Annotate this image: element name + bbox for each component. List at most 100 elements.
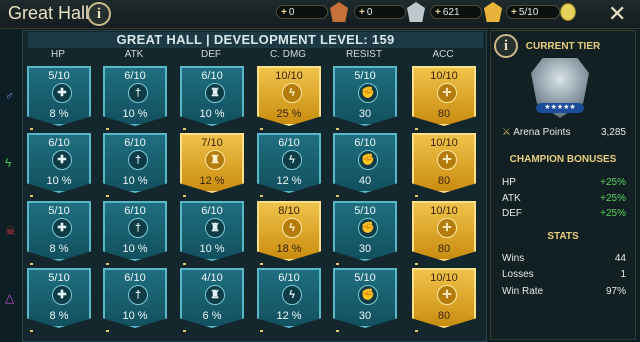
- coin-resource-counter[interactable]: +5/10: [506, 5, 560, 19]
- acc-stat-icon: ✛: [437, 83, 457, 103]
- shield-level: 5/10: [48, 272, 70, 284]
- shield-bonus-value: 30: [358, 243, 372, 255]
- shield-level: 7/10: [201, 137, 223, 149]
- progress-tick: [415, 263, 418, 265]
- close-icon[interactable]: ✕: [608, 1, 626, 27]
- shield-bonus-value: 10 %: [199, 243, 225, 255]
- progress-tick: [183, 128, 186, 130]
- shield-bonus-value: 8 %: [49, 108, 69, 120]
- shield-bonus-value: 10 %: [122, 310, 148, 322]
- progress-tick: [336, 128, 339, 130]
- shield-bonus-value: 12 %: [276, 175, 302, 187]
- acc-stat-icon: ✛: [437, 218, 457, 238]
- progress-tick: [260, 263, 263, 265]
- resist-stat-icon: ✊: [358, 150, 378, 170]
- atk-stat-icon: †: [128, 285, 148, 305]
- bonus-shield-c-dmg[interactable]: 6/10 ϟ 12 %: [257, 268, 321, 328]
- crossed-swords-icon: ⚔: [502, 127, 511, 138]
- bonus-shield-resist[interactable]: 5/10 ✊ 30: [333, 268, 397, 328]
- shield-bonus-value: 80: [437, 175, 451, 187]
- development-level-banner: GREAT HALL | DEVELOPMENT LEVEL: 159: [28, 32, 483, 48]
- shield-bonus-value: 10 %: [122, 243, 148, 255]
- hp-stat-icon: ✚: [52, 285, 72, 305]
- progress-tick: [336, 195, 339, 197]
- progress-tick: [30, 195, 33, 197]
- bonus-shield-def[interactable]: 4/10 ♜ 6 %: [180, 268, 244, 328]
- bonus-shield-acc[interactable]: 10/10 ✛ 80: [412, 201, 476, 261]
- arena-points-value: 3,285: [600, 127, 626, 138]
- shield-bonus-value: 8 %: [49, 243, 69, 255]
- acc-stat-icon: ✛: [437, 150, 457, 170]
- shield-bonus-value: 10 %: [122, 175, 148, 187]
- hp-stat-icon: ✚: [52, 83, 72, 103]
- resist-stat-icon: ✊: [358, 285, 378, 305]
- shield-level: 6/10: [201, 70, 223, 82]
- bonus-shield-acc[interactable]: 10/10 ✛ 80: [412, 268, 476, 328]
- progress-tick: [106, 263, 109, 265]
- champion-bonuses-heading: CHAMPION BONUSES: [509, 154, 617, 165]
- def-stat-icon: ♜: [205, 83, 225, 103]
- shield-bonus-value: 10 %: [122, 108, 148, 120]
- shield-level: 6/10: [278, 272, 300, 284]
- bonus-shield-resist[interactable]: 5/10 ✊ 30: [333, 66, 397, 126]
- bonus-shield-def[interactable]: 7/10 ♜ 12 %: [180, 133, 244, 193]
- bonus-shield-c-dmg[interactable]: 10/10 ϟ 25 %: [257, 66, 321, 126]
- c-dmg-stat-icon: ϟ: [282, 150, 302, 170]
- bonus-shield-def[interactable]: 6/10 ♜ 10 %: [180, 201, 244, 261]
- bonus-shield-hp[interactable]: 6/10 ✚ 10 %: [27, 133, 91, 193]
- progress-tick: [106, 128, 109, 130]
- hp-stat-icon: ✚: [52, 218, 72, 238]
- progress-tick: [260, 128, 263, 130]
- shield-bonus-value: 10 %: [46, 175, 72, 187]
- atk-stat-icon: †: [128, 150, 148, 170]
- info-icon[interactable]: i: [87, 2, 111, 26]
- column-header-def: DEF: [201, 49, 221, 60]
- resist-stat-icon: ✊: [358, 83, 378, 103]
- hp-stat-icon: ✚: [52, 150, 72, 170]
- shield-bonus-value: 40: [358, 175, 372, 187]
- bonus-shield-atk[interactable]: 6/10 † 10 %: [103, 66, 167, 126]
- bonus-shield-hp[interactable]: 5/10 ✚ 8 %: [27, 268, 91, 328]
- shield-level: 10/10: [430, 70, 458, 82]
- progress-tick: [183, 195, 186, 197]
- bonus-shield-resist[interactable]: 6/10 ✊ 40: [333, 133, 397, 193]
- bonus-shield-atk[interactable]: 6/10 † 10 %: [103, 268, 167, 328]
- bonus-shield-atk[interactable]: 6/10 † 10 %: [103, 201, 167, 261]
- progress-tick: [415, 128, 418, 130]
- shield-level: 5/10: [354, 272, 376, 284]
- bonus-shield-def[interactable]: 6/10 ♜ 10 %: [180, 66, 244, 126]
- c-dmg-stat-icon: ϟ: [282, 285, 302, 305]
- shield-bonus-value: 12 %: [276, 310, 302, 322]
- def-stat-icon: ♜: [205, 150, 225, 170]
- bonus-shield-c-dmg[interactable]: 8/10 ϟ 18 %: [257, 201, 321, 261]
- page-title: Great Hall: [8, 3, 90, 23]
- c-dmg-stat-icon: ϟ: [282, 83, 302, 103]
- shield-bonus-value: 30: [358, 310, 372, 322]
- bonus-shield-resist[interactable]: 5/10 ✊ 30: [333, 201, 397, 261]
- silver-resource-counter[interactable]: +0: [354, 5, 406, 19]
- bonus-shield-acc[interactable]: 10/10 ✛ 80: [412, 66, 476, 126]
- shield-level: 5/10: [354, 205, 376, 217]
- shield-bonus-value: 80: [437, 108, 451, 120]
- gold-resource-counter[interactable]: +621: [430, 5, 482, 19]
- def-stat-icon: ♜: [205, 218, 225, 238]
- c-dmg-stat-icon: ϟ: [282, 218, 302, 238]
- atk-stat-icon: †: [128, 83, 148, 103]
- bonus-shield-hp[interactable]: 5/10 ✚ 8 %: [27, 201, 91, 261]
- shield-bonus-value: 30: [358, 108, 372, 120]
- column-header-hp: HP: [51, 49, 65, 60]
- shield-level: 6/10: [201, 205, 223, 217]
- progress-tick: [415, 195, 418, 197]
- bonus-shield-hp[interactable]: 5/10 ✚ 8 %: [27, 66, 91, 126]
- current-tier-heading: CURRENT TIER: [525, 41, 601, 52]
- progress-tick: [336, 263, 339, 265]
- force-icon: ϟ: [5, 156, 12, 170]
- bonus-shield-acc[interactable]: 10/10 ✛ 80: [412, 133, 476, 193]
- spirit-icon: △: [5, 291, 15, 305]
- bronze-resource-counter[interactable]: +0: [276, 5, 328, 19]
- shield-level: 6/10: [124, 272, 146, 284]
- bonus-shield-atk[interactable]: 6/10 † 10 %: [103, 133, 167, 193]
- shield-bonus-value: 8 %: [49, 310, 69, 322]
- column-header-acc: ACC: [432, 49, 454, 60]
- bonus-shield-c-dmg[interactable]: 6/10 ϟ 12 %: [257, 133, 321, 193]
